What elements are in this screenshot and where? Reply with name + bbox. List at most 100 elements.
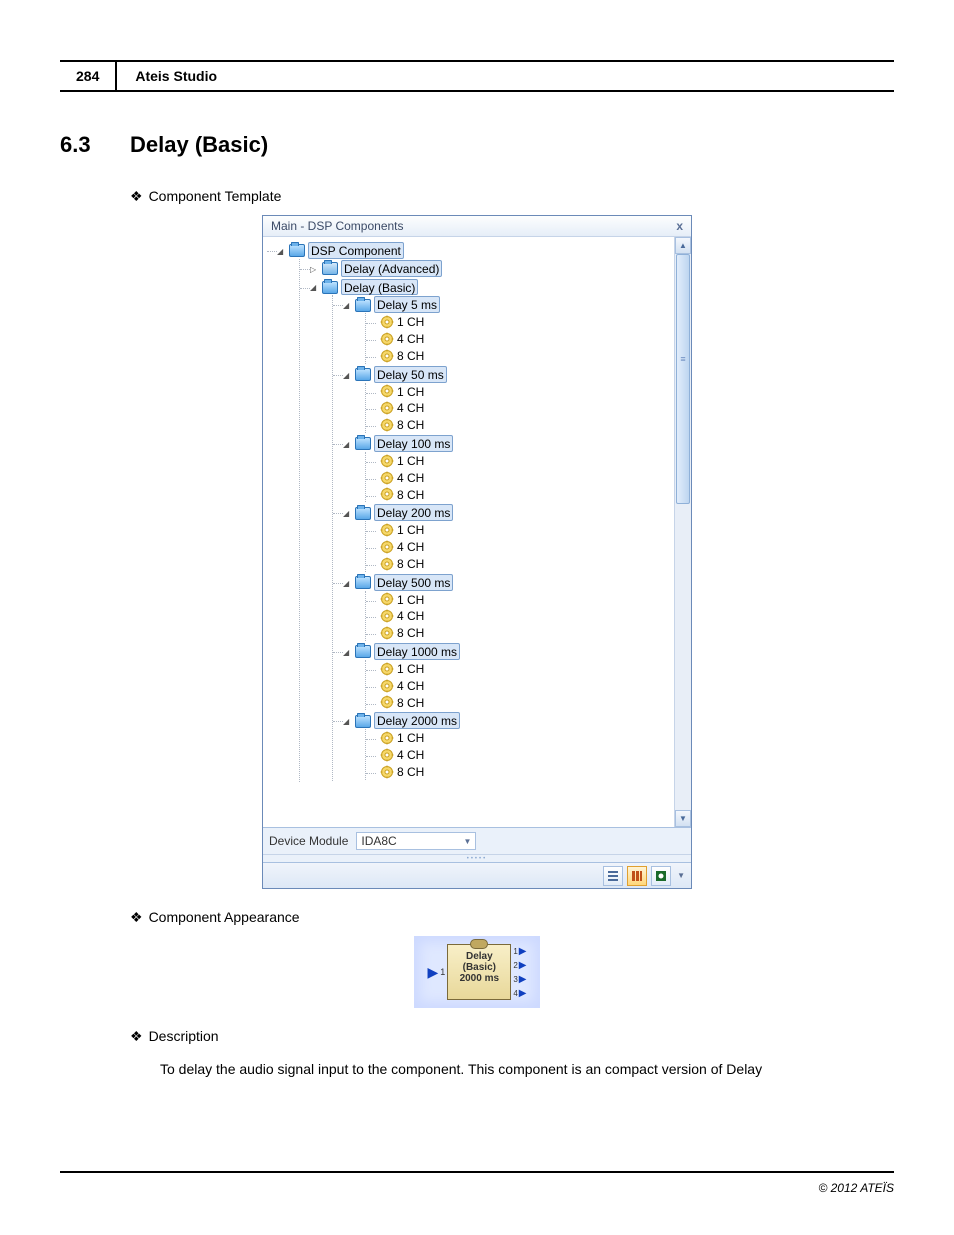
toggle-icon[interactable]	[310, 282, 320, 292]
tree-node-label: 4 CH	[397, 471, 424, 485]
output-port-number: 1	[513, 947, 517, 956]
tree-leaf[interactable]: 8 CH	[366, 486, 674, 503]
tree-leaf[interactable]: 1 CH	[366, 383, 674, 400]
toggle-icon[interactable]	[343, 439, 353, 449]
tree-node-label: 8 CH	[397, 349, 424, 363]
gear-icon	[380, 662, 394, 676]
toggle-icon[interactable]	[343, 716, 353, 726]
output-port: 4▶	[513, 986, 526, 1000]
panel-statusbar: ▼	[263, 862, 691, 888]
dsp-components-panel: Main - DSP Components x DSP ComponentDel…	[262, 215, 692, 889]
tree-leaf[interactable]: 1 CH	[366, 452, 674, 469]
tree-leaf[interactable]: 8 CH	[366, 763, 674, 780]
scroll-up-button[interactable]: ▲	[675, 237, 691, 254]
toggle-icon[interactable]	[343, 300, 353, 310]
tree-leaf[interactable]: 4 CH	[366, 469, 674, 486]
status-dropdown-arrow[interactable]: ▼	[677, 871, 685, 880]
folder-icon	[355, 507, 371, 520]
gear-icon	[380, 349, 394, 363]
tree-leaf[interactable]: 4 CH	[366, 538, 674, 555]
toggle-icon[interactable]	[343, 647, 353, 657]
tree-folder[interactable]: Delay 200 ms1 CH 4 CH8 CH	[333, 503, 674, 572]
tree-leaf[interactable]: 4 CH	[366, 607, 674, 624]
toggle-icon[interactable]	[310, 264, 320, 274]
tree-node-label: 1 CH	[397, 315, 424, 329]
tree-leaf[interactable]: 1 CH	[366, 660, 674, 677]
tree-node-label: 4 CH	[397, 540, 424, 554]
tree-folder[interactable]: Delay (Advanced)	[300, 259, 674, 278]
panel-titlebar: Main - DSP Components x	[263, 216, 691, 237]
page-footer: © 2012 ATEÏS	[60, 1171, 894, 1195]
folder-icon	[355, 645, 371, 658]
bullet-component-appearance: Component Appearance	[130, 909, 894, 926]
tree-node-label: 8 CH	[397, 695, 424, 709]
tree-node-label: Delay (Basic)	[344, 280, 415, 294]
input-port-number: 1	[440, 944, 445, 1000]
tree-node-label: Delay 200 ms	[377, 506, 450, 520]
page-header: 284 Ateis Studio	[60, 60, 894, 92]
toggle-icon[interactable]	[343, 508, 353, 518]
tree-folder[interactable]: Delay 100 ms1 CH4 CH8 CH	[333, 434, 674, 503]
tree-leaf[interactable]: 1 CH	[366, 591, 674, 608]
view-list-button[interactable]	[603, 866, 623, 886]
tree-folder[interactable]: Delay 2000 ms1 CH4 CH8 CH	[333, 711, 674, 780]
gear-icon	[380, 454, 394, 468]
tree-folder[interactable]: Delay (Basic)Delay 5 ms1 CH4 CH8 CHDelay…	[300, 278, 674, 782]
tree-leaf[interactable]: 8 CH	[366, 416, 674, 433]
tree-node-label: Delay 2000 ms	[377, 714, 457, 728]
output-arrow-icon: ▶	[519, 946, 527, 957]
toggle-icon[interactable]	[343, 370, 353, 380]
gear-icon	[380, 332, 394, 346]
gear-icon	[380, 679, 394, 693]
gear-icon	[380, 592, 394, 606]
tree-node-label: Delay 50 ms	[377, 368, 444, 382]
device-module-dropdown[interactable]: IDA8C ▼	[356, 832, 476, 850]
tree-leaf[interactable]: 8 CH	[366, 555, 674, 572]
section-number: 6.3	[60, 132, 130, 158]
tree-folder[interactable]: Delay 50 ms1 CH4 CH8 CH	[333, 365, 674, 434]
tree-node-label: 4 CH	[397, 679, 424, 693]
scroll-track[interactable]	[675, 254, 691, 810]
description-text: To delay the audio signal input to the c…	[160, 1059, 884, 1080]
output-port: 2▶	[513, 958, 526, 972]
gear-icon	[380, 418, 394, 432]
tree-leaf[interactable]: 1 CH	[366, 313, 674, 330]
tree-leaf[interactable]: 8 CH	[366, 624, 674, 641]
tree-node-label: 1 CH	[397, 662, 424, 676]
tree-leaf[interactable]: 8 CH	[366, 694, 674, 711]
component-body[interactable]: Delay (Basic) 2000 ms	[447, 944, 511, 1000]
tree-node-label: 8 CH	[397, 626, 424, 640]
tree-leaf[interactable]: 4 CH	[366, 677, 674, 694]
tree-leaf[interactable]: 8 CH	[366, 347, 674, 364]
toggle-icon[interactable]	[343, 578, 353, 588]
tree-leaf[interactable]: 4 CH	[366, 399, 674, 416]
gear-icon	[380, 557, 394, 571]
gear-icon	[380, 384, 394, 398]
tree-node-label: 4 CH	[397, 332, 424, 346]
scrollbar-vertical[interactable]: ▲ ▼	[674, 237, 691, 827]
close-icon[interactable]: x	[676, 219, 683, 233]
resize-grip[interactable]: •••••	[263, 854, 691, 862]
view-columns-button[interactable]	[627, 866, 647, 886]
output-arrow-icon: ▶	[519, 988, 527, 999]
tree-folder[interactable]: Delay 1000 ms1 CH4 CH8 CH	[333, 642, 674, 711]
tree-leaf[interactable]: 1 CH	[366, 521, 674, 538]
tree-folder[interactable]: Delay 500 ms1 CH4 CH8 CH	[333, 573, 674, 642]
gear-icon	[380, 609, 394, 623]
component-handle-icon	[470, 939, 488, 949]
tree-view[interactable]: DSP ComponentDelay (Advanced)Delay (Basi…	[263, 237, 674, 827]
gear-icon	[380, 487, 394, 501]
tree-leaf[interactable]: 1 CH	[366, 729, 674, 746]
tree-node-label: Delay (Advanced)	[344, 262, 439, 276]
scroll-down-button[interactable]: ▼	[675, 810, 691, 827]
tree-leaf[interactable]: 4 CH	[366, 746, 674, 763]
tree-folder[interactable]: Delay 5 ms1 CH4 CH8 CH	[333, 295, 674, 364]
toggle-icon[interactable]	[277, 246, 287, 256]
tree-folder[interactable]: DSP ComponentDelay (Advanced)Delay (Basi…	[267, 241, 674, 783]
view-icons-button[interactable]	[651, 866, 671, 886]
tree-leaf[interactable]: 4 CH	[366, 330, 674, 347]
tree-node-label: 4 CH	[397, 401, 424, 415]
component-label-line2: (Basic)	[450, 962, 508, 973]
scroll-thumb[interactable]	[676, 254, 690, 504]
folder-icon	[355, 299, 371, 312]
